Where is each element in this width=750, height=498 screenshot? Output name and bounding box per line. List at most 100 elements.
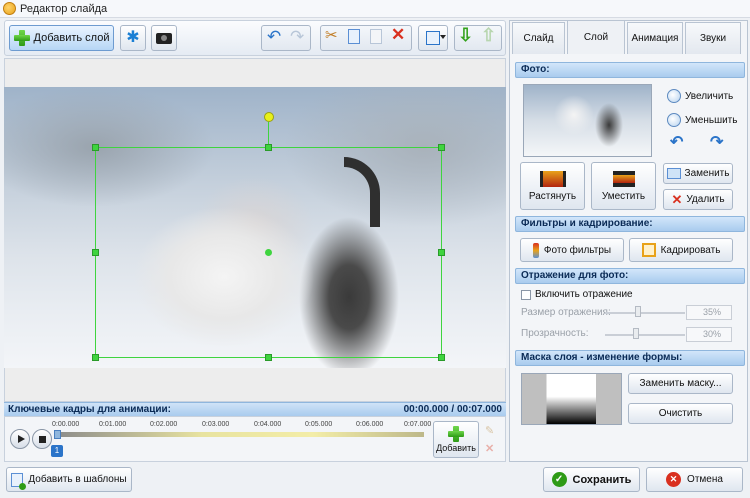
save-button[interactable]: ✓ Сохранить — [543, 467, 640, 492]
stretch-icon — [539, 170, 566, 187]
camera-button[interactable] — [151, 25, 177, 51]
clear-mask-button[interactable]: Очистить — [628, 403, 733, 424]
tick-label: 0:00.000 — [52, 421, 80, 428]
tick-label: 0:04.000 — [254, 421, 282, 428]
move-down-icon[interactable]: ⇩ — [458, 26, 473, 44]
stop-button[interactable] — [32, 429, 52, 449]
rotation-handle[interactable] — [264, 112, 274, 122]
keyframes-label: Ключевые кадры для анимации: — [8, 404, 172, 415]
fit-icon — [426, 31, 440, 45]
replace-photo-icon — [666, 168, 681, 179]
check-icon: ✓ — [551, 472, 567, 487]
tick-label: 0:07.000 — [404, 421, 432, 428]
zoom-in-label: Увеличить — [685, 90, 734, 102]
layer-selection-box[interactable] — [92, 144, 445, 361]
edit-keyframe-icon[interactable]: ✎ — [485, 424, 494, 437]
copy-icon[interactable] — [348, 29, 360, 44]
delete-photo-button[interactable]: ✕ Удалить — [663, 189, 733, 210]
photo-section-header: Фото: — [515, 62, 745, 78]
fit-photo-label: Уместить — [601, 190, 646, 202]
fit-photo-button[interactable]: Уместить — [591, 162, 656, 210]
cut-icon[interactable]: ✂ — [325, 28, 338, 43]
delete-keyframe-icon[interactable]: ✕ — [485, 442, 494, 455]
resize-handle-bl[interactable] — [92, 354, 99, 361]
play-icon — [18, 435, 25, 443]
center-point[interactable] — [265, 249, 272, 256]
tab-slide[interactable]: Слайд — [512, 22, 565, 54]
tick-label: 0:03.000 — [202, 421, 230, 428]
resize-handle-b[interactable] — [265, 354, 272, 361]
zoom-in-icon — [667, 89, 681, 103]
cancel-label: Отмена — [687, 474, 723, 485]
resize-handle-br[interactable] — [438, 354, 445, 361]
reflection-size-track — [605, 312, 685, 314]
keyframes-bar: Ключевые кадры для анимации: 00:00.000 /… — [4, 402, 506, 416]
add-layer-button[interactable]: Добавить слой — [9, 25, 114, 51]
tick-label: 0:01.000 — [99, 421, 127, 428]
filters-section-header: Фильтры и кадрирование: — [515, 216, 745, 232]
effects-button[interactable]: ✱ — [120, 25, 146, 51]
zoom-out-icon — [667, 113, 681, 127]
fit-photo-icon — [612, 170, 635, 187]
tab-sounds[interactable]: Звуки — [685, 22, 741, 54]
keyframes-time: 00:00.000 / 00:07.000 — [403, 404, 502, 415]
mask-section-header: Маска слоя - изменение формы: — [515, 350, 745, 366]
zoom-in-button[interactable]: Увеличить — [667, 89, 733, 103]
delete-photo-icon: ✕ — [671, 192, 683, 207]
reflection-size-slider[interactable] — [635, 306, 641, 317]
crop-icon — [641, 243, 656, 257]
zoom-out-label: Уменьшить — [685, 114, 738, 126]
reflection-checkbox-row[interactable]: Включить отражение — [521, 289, 633, 300]
delete-icon[interactable]: ✕ — [391, 26, 405, 43]
reflection-checkbox-label: Включить отражение — [535, 289, 633, 300]
opacity-label: Прозрачность: — [521, 328, 589, 339]
add-layer-label: Добавить слой — [33, 32, 110, 44]
replace-mask-button[interactable]: Заменить маску... — [628, 373, 733, 394]
add-to-templates-button[interactable]: Добавить в шаблоны — [6, 467, 132, 492]
tick-label: 0:05.000 — [305, 421, 333, 428]
rotate-right-icon[interactable]: ↷ — [710, 135, 723, 151]
template-icon — [11, 472, 27, 490]
stretch-label: Растянуть — [528, 190, 577, 202]
delete-photo-label: Удалить — [686, 194, 725, 205]
resize-handle-r[interactable] — [438, 249, 445, 256]
reflection-size-label: Размер отражения: — [521, 307, 611, 318]
add-keyframe-button[interactable]: Добавить — [433, 421, 479, 458]
resize-handle-tr[interactable] — [438, 144, 445, 151]
cancel-icon: ✕ — [666, 472, 682, 487]
crop-button[interactable]: Кадрировать — [629, 238, 733, 262]
resize-handle-tl[interactable] — [92, 144, 99, 151]
photo-filters-button[interactable]: Фото фильтры — [520, 238, 624, 262]
resize-handle-t[interactable] — [265, 144, 272, 151]
mask-preview — [521, 373, 622, 425]
resize-handle-l[interactable] — [92, 249, 99, 256]
app-icon — [3, 2, 16, 15]
camera-icon — [156, 32, 172, 44]
tab-layer[interactable]: Слой — [567, 20, 625, 54]
add-keyframe-label: Добавить — [436, 443, 476, 453]
brush-icon — [532, 242, 539, 258]
replace-photo-button[interactable]: Заменить — [663, 163, 733, 184]
timeline-track[interactable] — [54, 432, 424, 437]
dropdown-icon[interactable] — [440, 35, 446, 39]
tick-label: 0:06.000 — [356, 421, 384, 428]
opacity-slider[interactable] — [633, 328, 639, 339]
cancel-button[interactable]: ✕ Отмена — [646, 467, 743, 492]
paste-icon[interactable] — [370, 29, 382, 44]
move-up-icon[interactable]: ⇧ — [481, 26, 496, 44]
zoom-out-button[interactable]: Уменьшить — [667, 113, 737, 127]
replace-photo-label: Заменить — [684, 168, 730, 179]
reflection-section-header: Отражение для фото: — [515, 268, 745, 284]
keyframe-marker[interactable]: 1 — [51, 445, 63, 457]
playhead[interactable] — [54, 430, 61, 439]
play-button[interactable] — [10, 429, 30, 449]
undo-icon[interactable]: ↶ — [267, 28, 281, 45]
reflection-size-field[interactable]: 35% — [686, 305, 732, 320]
plus-icon — [448, 426, 464, 442]
redo-icon[interactable]: ↷ — [290, 28, 304, 45]
tab-animation[interactable]: Анимация — [627, 22, 683, 54]
opacity-field[interactable]: 30% — [686, 327, 732, 342]
rotate-left-icon[interactable]: ↶ — [670, 135, 683, 151]
stretch-button[interactable]: Растянуть — [520, 162, 585, 210]
reflection-checkbox[interactable] — [521, 289, 531, 300]
